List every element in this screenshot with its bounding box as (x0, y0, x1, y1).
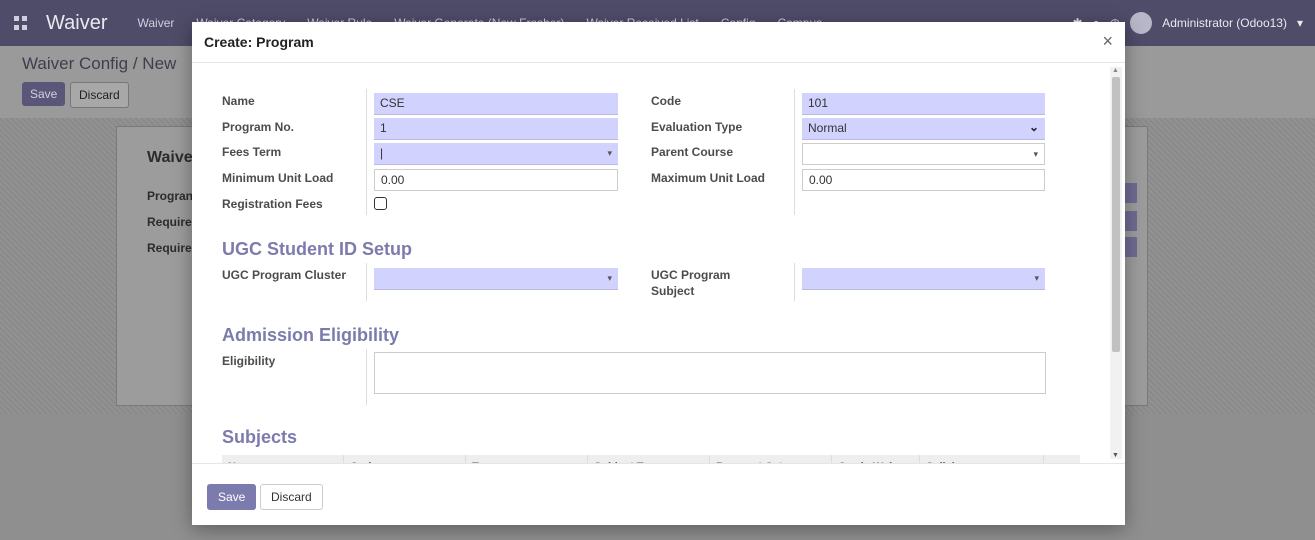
ugc-subject-label-line2: Subject (651, 284, 695, 298)
sheet-label-required-2: Require (147, 241, 192, 255)
chevron-down-icon: ⌄ (1028, 120, 1039, 134)
bg-discard-button[interactable]: Discard (70, 82, 129, 108)
column-header-grade-weight[interactable]: Grade Wei (832, 455, 920, 463)
fees-term-label: Fees Term (222, 145, 282, 159)
bg-save-button[interactable]: Save (22, 82, 66, 106)
min-unit-load-label: Minimum Unit Load (222, 171, 334, 185)
scroll-up-icon[interactable]: ▲ (1112, 67, 1119, 74)
scroll-thumb[interactable] (1112, 77, 1120, 352)
ugc-cluster-label: UGC Program Cluster (222, 268, 347, 282)
divider (366, 89, 367, 215)
fees-term-value: | (380, 146, 384, 160)
program-no-label: Program No. (222, 120, 295, 134)
subjects-section-title: Subjects (222, 427, 298, 447)
column-header-code[interactable]: Code (344, 455, 466, 463)
ugc-cluster-field[interactable]: ▾ (374, 268, 618, 290)
code-field[interactable]: 101 (802, 93, 1045, 115)
name-field[interactable]: CSE (374, 93, 618, 115)
caret-down-icon: ▾ (607, 273, 612, 283)
divider (366, 263, 367, 301)
ugc-section-title: UGC Student ID Setup (222, 239, 412, 259)
fees-term-field[interactable]: | ▾ (374, 143, 618, 165)
max-unit-load-label: Maximum Unit Load (651, 171, 766, 185)
breadcrumb[interactable]: Waiver Config / New (22, 54, 176, 74)
close-icon[interactable]: × (1102, 31, 1113, 52)
registration-fees-checkbox[interactable] (374, 197, 387, 210)
evaluation-type-label: Evaluation Type (651, 120, 743, 134)
parent-course-label: Parent Course (651, 145, 734, 159)
modal-scrollbar[interactable]: ▲ ▼ (1110, 67, 1122, 459)
avatar[interactable] (1130, 12, 1153, 34)
sheet-field-edge (1125, 183, 1137, 203)
modal-footer: Save Discard (192, 463, 1125, 526)
ugc-subject-label: UGC Program Subject (651, 267, 730, 299)
save-button[interactable]: Save (207, 484, 257, 510)
evaluation-type-select[interactable]: Normal ⌄ (802, 118, 1045, 140)
column-header-name[interactable]: Name (222, 455, 344, 463)
max-unit-load-field[interactable]: 0.00 (802, 169, 1045, 191)
min-unit-load-field[interactable]: 0.00 (374, 169, 618, 191)
divider (794, 263, 795, 301)
name-label: Name (222, 94, 255, 108)
parent-course-field[interactable]: ▾ (802, 143, 1045, 165)
eligibility-textarea[interactable] (374, 352, 1046, 394)
program-no-field[interactable]: 1 (374, 118, 618, 140)
ugc-subject-label-line1: UGC Program (651, 268, 731, 282)
registration-fees-label: Registration Fees (222, 197, 323, 211)
sheet-title: Waive (147, 149, 193, 166)
divider (794, 89, 795, 215)
column-header-syllabuses[interactable]: Syllabuses (920, 455, 1044, 463)
sheet-field-edge-3 (1125, 237, 1137, 257)
create-program-dialog: Create: Program × Name CSE Program No. 1… (192, 22, 1125, 525)
scroll-down-icon[interactable]: ▼ (1112, 452, 1119, 459)
apps-grid-icon[interactable] (14, 16, 28, 30)
app-title: Waiver (46, 11, 108, 34)
evaluation-type-value: Normal (808, 121, 847, 135)
admission-section-title: Admission Eligibility (222, 325, 400, 345)
chevron-down-icon[interactable]: ▾ (1297, 16, 1303, 30)
sheet-label-program: Progran (147, 189, 194, 203)
divider (366, 349, 367, 405)
column-header-subject-type[interactable]: Subject Type (588, 455, 710, 463)
modal-title: Create: Program (204, 34, 314, 50)
ugc-subject-field[interactable]: ▾ (802, 268, 1045, 290)
subjects-table-header: Name Code Type Subject Type Payment Cate… (222, 455, 1080, 463)
sheet-field-edge-2 (1125, 211, 1137, 231)
code-label: Code (651, 94, 681, 108)
column-header-payment-category[interactable]: Payment Categor (710, 455, 832, 463)
eligibility-label: Eligibility (222, 354, 276, 368)
column-header-type[interactable]: Type (466, 455, 588, 463)
column-header-spacer (1044, 455, 1080, 463)
user-menu[interactable]: Administrator (Odoo13) (1162, 16, 1287, 30)
caret-down-icon: ▾ (1034, 273, 1039, 283)
caret-down-icon: ▾ (1033, 149, 1038, 159)
discard-button[interactable]: Discard (260, 484, 323, 510)
modal-header: Create: Program × (192, 22, 1125, 63)
sheet-label-required: Require (147, 215, 192, 229)
caret-down-icon: ▾ (607, 148, 612, 158)
modal-body: Name CSE Program No. 1 Fees Term | ▾ Min… (192, 63, 1125, 463)
nav-item-waiver[interactable]: Waiver (137, 16, 174, 30)
